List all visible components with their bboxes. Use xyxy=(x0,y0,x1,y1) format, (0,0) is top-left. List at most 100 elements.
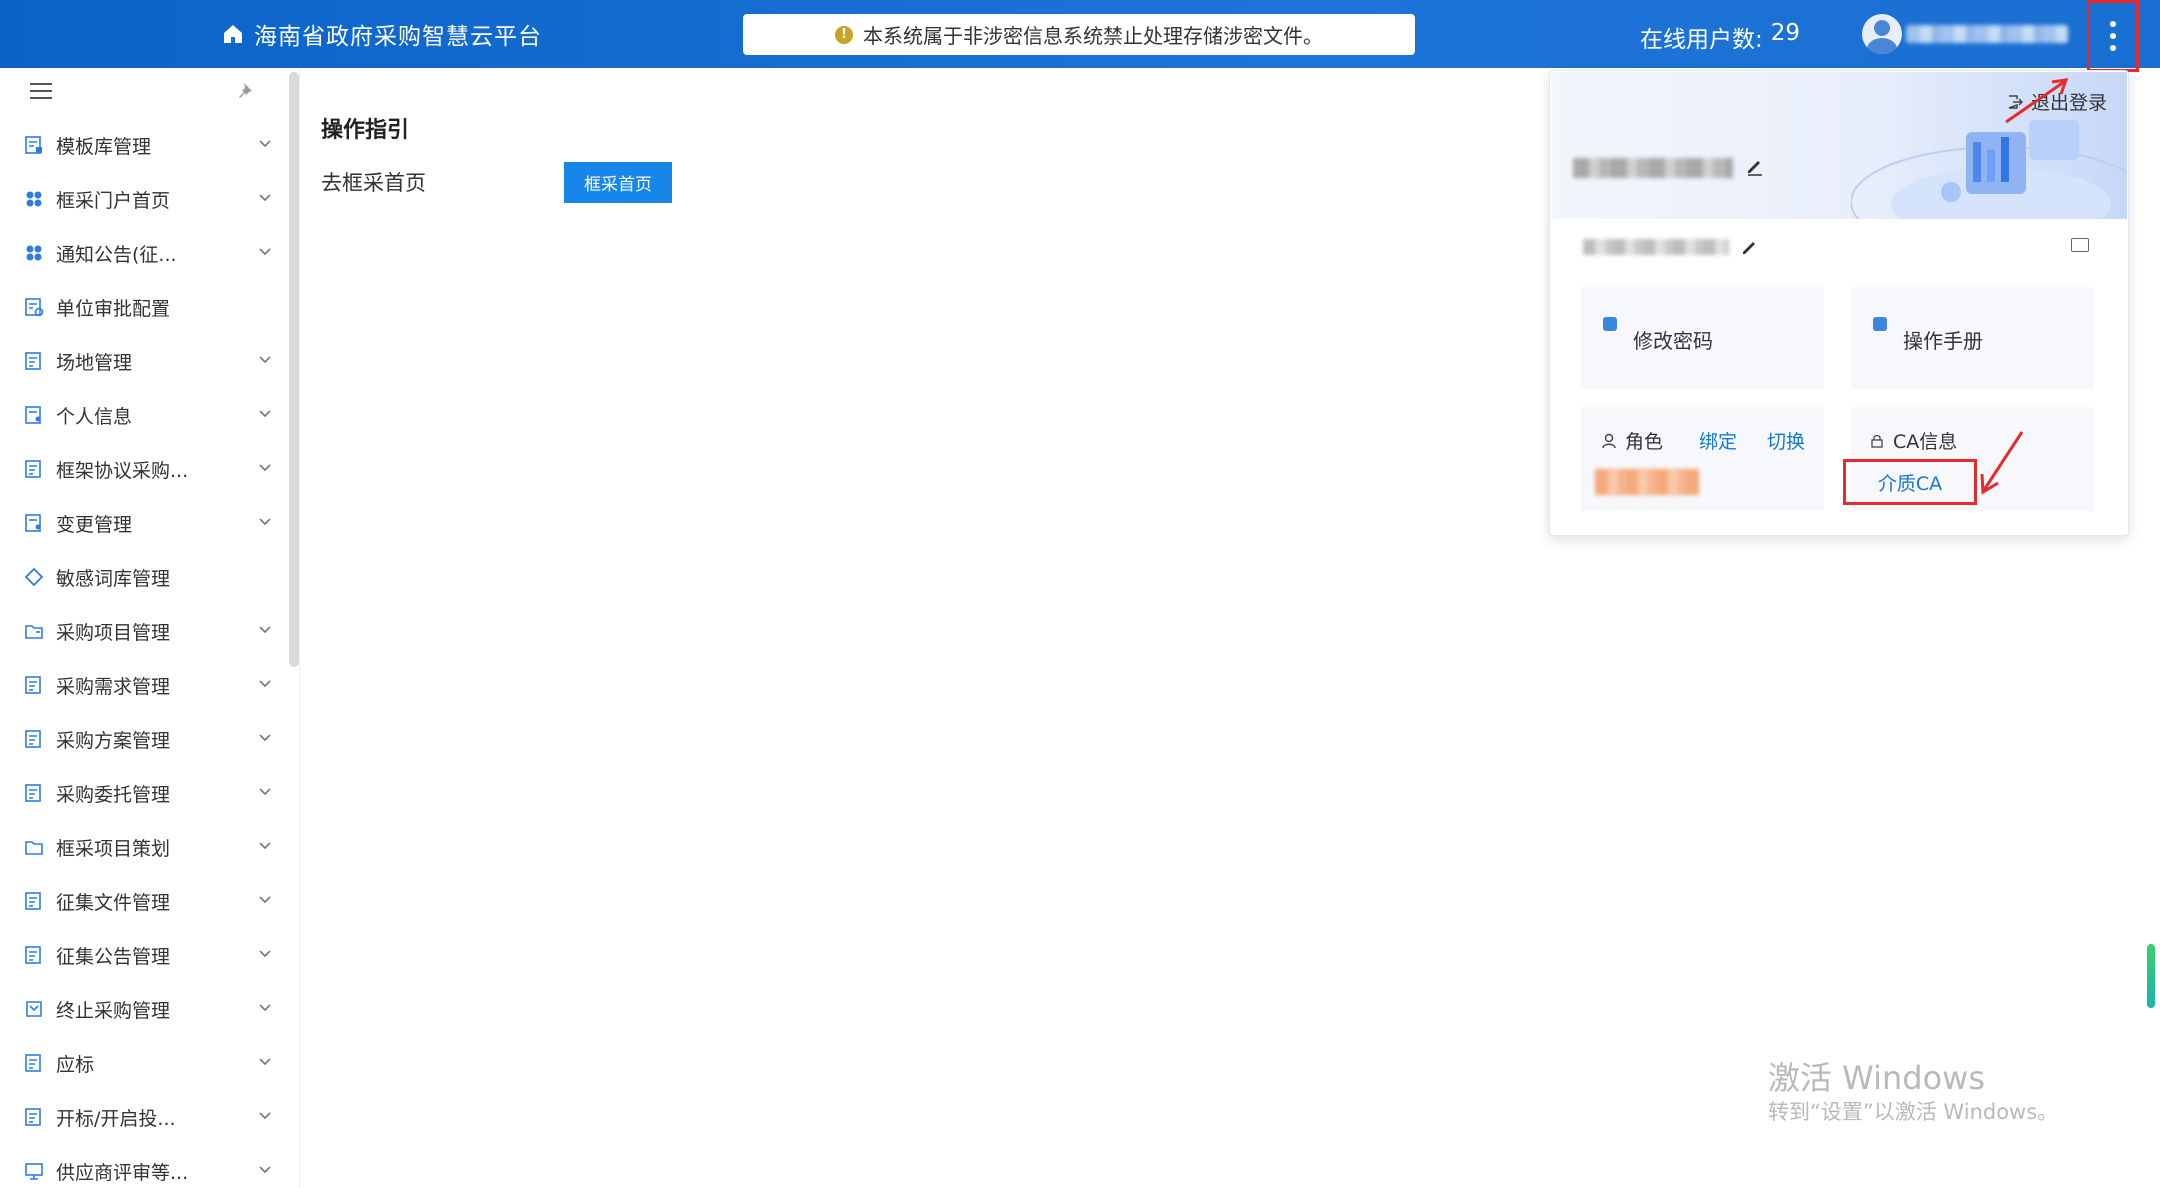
sidebar-item[interactable]: 开标/开启投... xyxy=(0,1090,300,1144)
diamond-icon xyxy=(24,567,44,587)
more-menu-button[interactable] xyxy=(2087,0,2139,72)
sidebar-item-label: 采购方案管理 xyxy=(56,729,171,752)
hamburger-icon[interactable] xyxy=(30,83,52,101)
sidebar-item[interactable]: 框架协议采购... xyxy=(0,442,300,496)
doc-user-icon xyxy=(25,406,41,424)
chevron-down-icon[interactable] xyxy=(258,193,272,203)
sidebar-divider xyxy=(299,68,300,1188)
manual-label: 操作手册 xyxy=(1903,329,1983,353)
chevron-down-icon[interactable] xyxy=(258,1165,272,1175)
sidebar-item[interactable]: 模板库管理 xyxy=(0,118,300,172)
sidebar-item[interactable]: 场地管理 xyxy=(0,334,300,388)
sidebar-item[interactable]: 征集文件管理 xyxy=(0,874,300,928)
sidebar-item-label: 模板库管理 xyxy=(56,135,152,158)
sidebar-item[interactable]: 采购需求管理 xyxy=(0,658,300,712)
id-card-icon[interactable] xyxy=(2071,238,2089,252)
goto-home-label: 去框采首页 xyxy=(321,171,426,195)
chevron-down-icon[interactable] xyxy=(258,625,272,635)
brand-title: 海南省政府采购智慧云平台 xyxy=(254,24,542,50)
sidebar-item[interactable]: 征集公告管理 xyxy=(0,928,300,982)
change-password-label: 修改密码 xyxy=(1633,329,1713,353)
chevron-down-icon[interactable] xyxy=(258,949,272,959)
monitor-icon xyxy=(25,1163,43,1180)
framework-home-button[interactable]: 框采首页 xyxy=(564,162,672,203)
sidebar-item-label: 变更管理 xyxy=(56,513,133,536)
doc-user-icon xyxy=(25,514,41,532)
profile-banner: 退出登录 xyxy=(1551,72,2127,219)
doc-icon xyxy=(25,892,41,910)
sidebar-item[interactable]: 供应商评审等... xyxy=(0,1144,300,1188)
role-card: 角色 绑定 切换 xyxy=(1581,407,1824,511)
grid-icon xyxy=(26,245,42,261)
profile-org-redacted xyxy=(1583,239,1729,255)
more-dot xyxy=(2110,45,2116,51)
sidebar-item-label: 应标 xyxy=(56,1053,95,1076)
logout-label: 退出登录 xyxy=(2030,92,2107,114)
sidebar-item[interactable]: 变更管理 xyxy=(0,496,300,550)
chevron-down-icon[interactable] xyxy=(258,1003,272,1013)
more-dot xyxy=(2110,33,2116,39)
change-password-card[interactable]: 修改密码 xyxy=(1581,287,1824,389)
sidebar-item[interactable]: 框采门户首页 xyxy=(0,172,300,226)
sidebar-item[interactable]: 框采项目策划 xyxy=(0,820,300,874)
doc-icon xyxy=(25,946,41,964)
sidebar-item-label: 开标/开启投... xyxy=(56,1107,176,1130)
chevron-down-icon[interactable] xyxy=(258,787,272,797)
chevron-down-icon[interactable] xyxy=(258,733,272,743)
brand[interactable]: 海南省政府采购智慧云平台 xyxy=(222,16,542,52)
chevron-down-icon[interactable] xyxy=(258,841,272,851)
pin-icon[interactable] xyxy=(236,80,258,102)
sidebar-item-label: 征集公告管理 xyxy=(56,945,171,968)
chevron-down-icon[interactable] xyxy=(258,463,272,473)
sidebar-item-label: 通知公告(征... xyxy=(56,243,177,266)
sidebar-menu: 模板库管理框采门户首页通知公告(征... 单位审批配置 场地管理 个人信息框架协议采购… xyxy=(0,118,300,1188)
doc-icon xyxy=(25,676,41,694)
ca-info-label: CA信息 xyxy=(1893,431,1958,453)
chevron-down-icon[interactable] xyxy=(258,895,272,905)
sidebar-item-label: 框架协议采购... xyxy=(56,459,189,482)
sidebar: 模板库管理框采门户首页通知公告(征... 单位审批配置 场地管理 个人信息框架协议采购… xyxy=(0,68,300,1188)
top-header: 海南省政府采购智慧云平台 ! 本系统属于非涉密信息系统禁止处理存储涉密文件。 在… xyxy=(0,0,2160,72)
sidebar-item-label: 框采项目策划 xyxy=(56,837,171,860)
avatar[interactable] xyxy=(1862,14,1902,54)
edit-icon[interactable] xyxy=(1745,156,1765,176)
switch-role-link[interactable]: 切换 xyxy=(1767,427,1805,454)
chevron-down-icon[interactable] xyxy=(258,1111,272,1121)
chevron-down-icon[interactable] xyxy=(258,247,272,257)
doc-icon xyxy=(25,730,41,748)
sidebar-item[interactable]: 单位审批配置 xyxy=(0,280,300,334)
chevron-down-icon[interactable] xyxy=(258,517,272,527)
sidebar-item-label: 采购项目管理 xyxy=(56,621,171,644)
chevron-down-icon[interactable] xyxy=(258,1057,272,1067)
side-widget[interactable] xyxy=(2147,944,2155,1008)
chevron-down-icon[interactable] xyxy=(258,679,272,689)
watermark-title: 激活 Windows xyxy=(1768,1059,1986,1097)
folder-doc-icon xyxy=(25,625,43,639)
info-icon: ! xyxy=(835,25,853,44)
sidebar-scrollbar[interactable] xyxy=(289,72,299,667)
media-ca-link[interactable]: 介质CA xyxy=(1843,459,1977,505)
sidebar-item[interactable]: 采购方案管理 xyxy=(0,712,300,766)
sidebar-item[interactable]: 个人信息 xyxy=(0,388,300,442)
sidebar-item[interactable]: 采购项目管理 xyxy=(0,604,300,658)
sidebar-item[interactable]: 采购委托管理 xyxy=(0,766,300,820)
bind-role-link[interactable]: 绑定 xyxy=(1699,427,1737,454)
chevron-down-icon[interactable] xyxy=(258,409,272,419)
sidebar-toolbar xyxy=(0,68,300,118)
manual-card[interactable]: 操作手册 xyxy=(1851,287,2094,389)
doc-icon xyxy=(25,352,41,370)
sidebar-item[interactable]: 终止采购管理 xyxy=(0,982,300,1036)
sidebar-item-label: 供应商评审等... xyxy=(56,1161,189,1184)
edit-icon[interactable] xyxy=(1740,237,1760,257)
sidebar-item[interactable]: 通知公告(征... xyxy=(0,226,300,280)
chevron-down-icon[interactable] xyxy=(258,355,272,365)
chevron-down-icon[interactable] xyxy=(258,139,272,149)
sidebar-item[interactable]: 应标 xyxy=(0,1036,300,1090)
doc-gear-icon xyxy=(25,298,44,317)
grid-icon xyxy=(26,191,42,207)
user-menu[interactable] xyxy=(1862,14,2068,54)
sidebar-item[interactable]: 敏感词库管理 xyxy=(0,550,300,604)
logout-button[interactable]: 退出登录 xyxy=(2007,88,2107,115)
page-title: 操作指引 xyxy=(321,118,410,143)
user-name-redacted xyxy=(1906,25,2068,43)
